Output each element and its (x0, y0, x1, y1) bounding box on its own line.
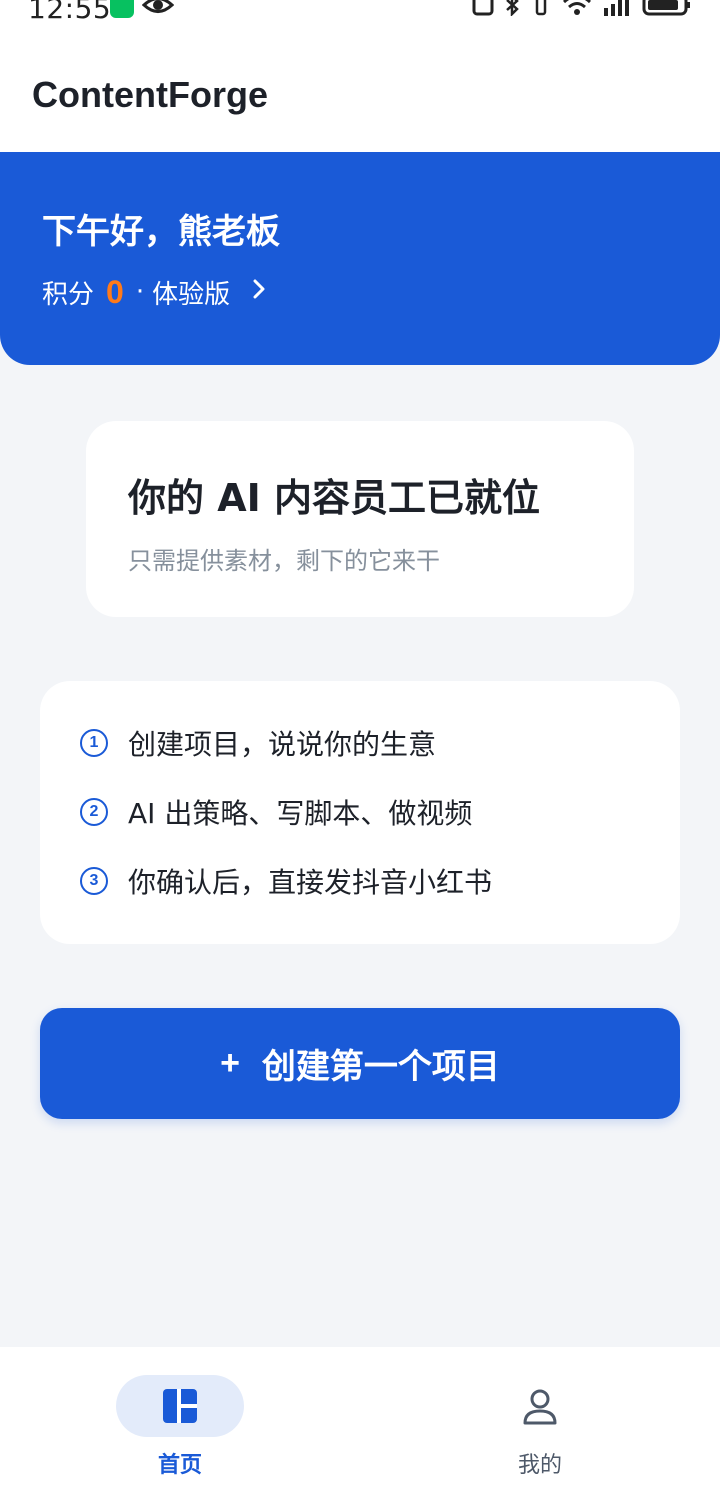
greeting-text: 下午好，熊老板 (42, 212, 280, 252)
intro-card: 你的 AI 内容员工已就位 只需提供素材，剩下的它来干 (86, 421, 634, 617)
chevron-right-icon (252, 277, 266, 307)
step-text: AI 出策略、写脚本、做视频 (128, 797, 473, 830)
vibrate-icon (530, 0, 552, 16)
user-banner: 下午好，熊老板 积分 0 · 体验版 (0, 152, 720, 365)
status-time: 12:55 (28, 0, 112, 25)
home-screen: 12:55 ContentForge 下午好，熊老板 积分 0 · 体验版 你的… (0, 0, 720, 1503)
nav-tab-home[interactable]: 首页 (80, 1347, 280, 1503)
step-item: 1 创建项目，说说你的生意 (80, 723, 436, 763)
points-plan-link[interactable]: 积分 0 · 体验版 (42, 274, 266, 310)
status-bar: 12:55 (0, 0, 720, 28)
signal-icon (602, 0, 632, 16)
nav-tab-mine[interactable]: 我的 (440, 1347, 640, 1503)
plus-icon: + (220, 1044, 240, 1082)
step-number-badge: 1 (80, 729, 108, 757)
app-title: ContentForge (32, 74, 268, 115)
steps-card: 1 创建项目，说说你的生意 2 AI 出策略、写脚本、做视频 3 你确认后，直接… (40, 681, 680, 944)
wechat-notification-icon (110, 0, 134, 18)
battery-icon (642, 0, 692, 16)
step-item: 3 你确认后，直接发抖音小红书 (80, 861, 492, 901)
nfc-icon (472, 0, 494, 16)
step-text: 创建项目，说说你的生意 (128, 728, 437, 761)
nav-label-home: 首页 (157, 1453, 202, 1478)
app-header: ContentForge (0, 28, 720, 152)
step-text: 你确认后，直接发抖音小红书 (128, 866, 493, 899)
intro-title: 你的 AI 内容员工已就位 (128, 476, 541, 520)
bluetooth-icon (504, 0, 520, 16)
create-button-label: 创建第一个项目 (261, 1047, 500, 1087)
wifi-icon (562, 0, 592, 16)
points-value: 0 (106, 273, 124, 310)
bottom-nav: 首页 我的 (0, 1347, 720, 1503)
person-icon (522, 1388, 558, 1430)
eye-icon (141, 0, 175, 20)
create-first-project-button[interactable]: + 创建第一个项目 (40, 1008, 680, 1119)
points-label: 积分 (42, 279, 95, 310)
step-number-badge: 2 (80, 798, 108, 826)
step-number-badge: 3 (80, 867, 108, 895)
dashboard-icon (162, 1388, 198, 1428)
intro-subtitle: 只需提供素材，剩下的它来干 (128, 547, 440, 575)
nav-label-mine: 我的 (517, 1453, 562, 1478)
step-item: 2 AI 出策略、写脚本、做视频 (80, 792, 472, 832)
status-icons (472, 0, 692, 16)
plan-label: 体验版 (152, 279, 231, 310)
separator-dot: · (135, 277, 145, 307)
